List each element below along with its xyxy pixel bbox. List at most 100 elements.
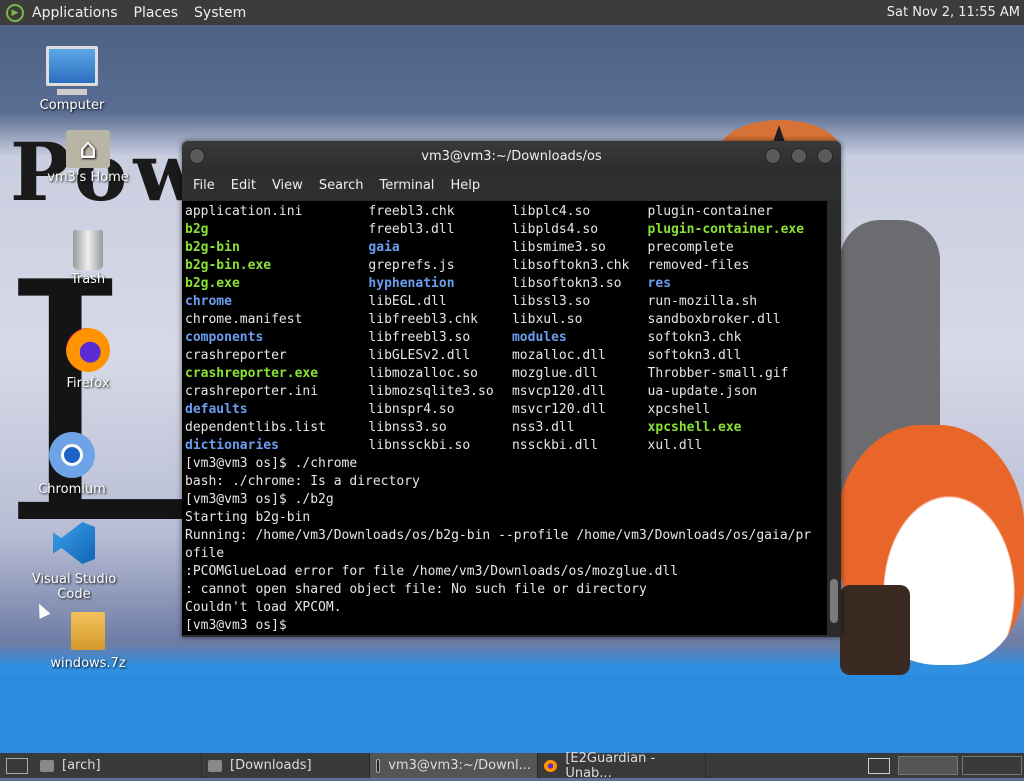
file-entry: mozglue.dll — [511, 366, 599, 381]
file-entry: modules — [511, 330, 567, 345]
file-entry: libsoftokn3.so — [511, 276, 622, 291]
terminal-titlebar[interactable]: vm3@vm3:~/Downloads/os — [182, 141, 841, 172]
task-arch[interactable]: [arch] — [34, 753, 202, 778]
file-entry: greprefs.js — [368, 258, 455, 273]
file-entry: defaults — [185, 402, 248, 417]
file-entry: softokn3.chk — [647, 330, 742, 345]
file-entry: xpcshell — [647, 402, 711, 417]
file-entry: libnssckbi.so — [368, 438, 471, 453]
home-folder-icon — [66, 130, 110, 168]
output-line: [vm3@vm3 os]$ ./b2g — [185, 492, 334, 507]
workspace-1[interactable] — [898, 756, 958, 775]
listing-row: b2g-bin.exe greprefs.js libsoftokn3.chk rem… — [185, 257, 827, 275]
file-entry: libplc4.so — [511, 204, 591, 219]
listing-row: b2g.exe hyphenation libsoftokn3.so res — [185, 275, 827, 293]
file-entry: libfreebl3.so — [368, 330, 471, 345]
window-menu-icon[interactable] — [189, 148, 205, 164]
file-entry: libmozalloc.so — [368, 366, 478, 381]
listing-row: dependentlibs.list libnss3.so nss3.dll xpcs… — [185, 419, 827, 437]
file-entry: msvcp120.dll — [511, 384, 606, 399]
file-entry: b2g-bin.exe — [185, 258, 272, 273]
file-entry: ua-update.json — [647, 384, 758, 399]
scrollbar-thumb[interactable] — [830, 579, 838, 623]
terminal-scrollbar[interactable] — [827, 201, 841, 637]
show-desktop-icon[interactable] — [6, 757, 28, 774]
applications-menu[interactable]: Applications — [24, 5, 126, 21]
maximize-icon[interactable] — [791, 148, 807, 164]
desktop-icon-label: windows.7z — [50, 656, 126, 671]
file-entry: Throbber-small.gif — [647, 366, 789, 381]
desktop-icon-home[interactable]: vm3's Home — [33, 130, 143, 185]
clock[interactable]: Sat Nov 2, 11:55 AM — [887, 5, 1024, 20]
output-line: :PCOMGlueLoad error for file /home/vm3/D… — [185, 564, 679, 579]
menu-file[interactable]: File — [185, 178, 223, 193]
desktop-icon-label: Visual Studio Code — [31, 572, 117, 602]
desktop-icon-computer[interactable]: Computer — [17, 46, 127, 113]
firefox-icon — [66, 328, 110, 372]
folder-icon — [208, 759, 222, 772]
desktop-icon-label: Trash — [70, 272, 106, 287]
file-entry: msvcr120.dll — [511, 402, 606, 417]
workspace-2[interactable] — [962, 756, 1022, 775]
menu-search[interactable]: Search — [311, 178, 372, 193]
file-entry: hyphenation — [368, 276, 455, 291]
close-icon[interactable] — [817, 148, 833, 164]
file-entry: plugin-container — [647, 204, 773, 219]
terminal-output[interactable]: application.ini freebl3.chk libplc4.so plug… — [182, 201, 827, 635]
minimize-icon[interactable] — [765, 148, 781, 164]
task-downloads[interactable]: [Downloads] — [202, 753, 370, 778]
firefox-icon — [544, 759, 558, 772]
terminal-menubar: File Edit View Search Terminal Help — [182, 172, 841, 199]
file-entry: xul.dll — [647, 438, 703, 453]
system-menu[interactable]: System — [186, 5, 254, 21]
listing-row: dictionaries libnssckbi.so nssckbi.dll xul.… — [185, 437, 827, 455]
file-entry: crashreporter.exe — [185, 366, 319, 381]
output-line: bash: ./chrome: Is a directory — [185, 474, 420, 489]
desktop-icon-label: Chromium — [38, 482, 106, 497]
output-line: [vm3@vm3 os]$ ./chrome — [185, 456, 358, 471]
menu-terminal[interactable]: Terminal — [371, 178, 442, 193]
task-terminal[interactable]: vm3@vm3:~/Downl... — [370, 753, 538, 778]
listing-row: b2g-bin gaia libsmime3.so precomplete — [185, 239, 827, 257]
file-entry: libnss3.so — [368, 420, 447, 435]
places-menu[interactable]: Places — [126, 5, 187, 21]
bottom-taskbar: [arch] [Downloads] vm3@vm3:~/Downl... [E… — [0, 750, 1024, 781]
task-firefox[interactable]: [E2Guardian - Unab... — [538, 750, 706, 781]
file-entry: gaia — [368, 240, 400, 255]
menu-view[interactable]: View — [264, 178, 311, 193]
file-entry: xpcshell.exe — [647, 420, 742, 435]
desktop-icon-archive[interactable]: windows.7z — [33, 612, 143, 671]
file-entry: plugin-container.exe — [647, 222, 805, 237]
desktop-icon-firefox[interactable]: Firefox — [33, 328, 143, 391]
distro-logo-icon[interactable]: ▶ — [6, 3, 24, 22]
command-output: [vm3@vm3 os]$ ./chrome bash: ./chrome: Is… — [185, 455, 827, 635]
file-entry: libsoftokn3.chk — [511, 258, 630, 273]
top-panel: ▶ Applications Places System Sat Nov 2, … — [0, 0, 1024, 25]
output-line: Couldn't load XPCOM. — [185, 600, 342, 615]
task-label: [E2Guardian - Unab... — [565, 750, 656, 781]
desktop-icon-vscode[interactable]: Visual Studio Code — [14, 522, 134, 602]
computer-icon — [46, 46, 98, 95]
file-entry: libsmime3.so — [511, 240, 606, 255]
task-label: [Downloads] — [230, 758, 312, 773]
workspace-switcher — [868, 753, 1024, 778]
terminal-window[interactable]: vm3@vm3:~/Downloads/os File Edit View Se… — [182, 141, 841, 637]
task-label: vm3@vm3:~/Downl... — [388, 758, 531, 773]
window-list-icon[interactable] — [868, 757, 890, 774]
file-entry: application.ini — [185, 204, 303, 219]
desktop-icon-chromium[interactable]: Chromium — [17, 432, 127, 497]
file-entry: run-mozilla.sh — [647, 294, 758, 309]
trash-icon — [73, 230, 103, 270]
file-entry: freebl3.chk — [368, 204, 455, 219]
file-entry: libfreebl3.chk — [368, 312, 478, 327]
output-line: ofile — [185, 546, 225, 561]
terminal-icon — [376, 758, 381, 773]
desktop-icon-trash[interactable]: Trash — [33, 230, 143, 287]
output-line: Running: /home/vm3/Downloads/os/b2g-bin … — [185, 528, 812, 543]
menu-edit[interactable]: Edit — [223, 178, 264, 193]
file-entry: libssl3.so — [511, 294, 591, 309]
file-entry: libmozsqlite3.so — [368, 384, 494, 399]
menu-help[interactable]: Help — [442, 178, 488, 193]
folder-icon — [40, 759, 54, 772]
desktop-icon-label: Firefox — [66, 376, 110, 391]
